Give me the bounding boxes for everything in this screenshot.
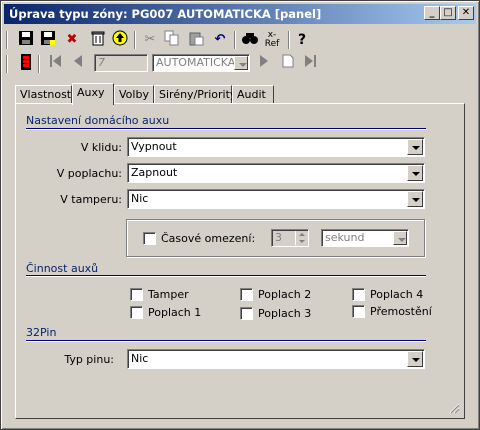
previous-record-icon[interactable] bbox=[68, 54, 88, 74]
delete-icon[interactable]: ✖ bbox=[62, 30, 82, 50]
time-limit-number-field[interactable]: 3 bbox=[271, 229, 309, 247]
last-record-icon[interactable] bbox=[300, 54, 320, 74]
xref-icon[interactable]: x- Ref bbox=[262, 30, 282, 50]
toolbar-separator bbox=[288, 31, 290, 49]
pin-type-label: Typ pinu: bbox=[64, 353, 114, 366]
main-toolbar: ✖ ✂ ↶ x- Ref ? bbox=[4, 27, 476, 53]
section-title-home-aux: Nastavení domácího auxu bbox=[26, 114, 170, 127]
first-record-icon[interactable] bbox=[46, 54, 66, 74]
idle-label: V klidu: bbox=[80, 141, 122, 154]
alarm4-checkbox[interactable] bbox=[352, 288, 365, 301]
toolbar-grip bbox=[6, 31, 8, 49]
chevron-down-icon[interactable] bbox=[407, 351, 423, 367]
new-record-icon[interactable] bbox=[278, 54, 298, 74]
bypass-checkbox[interactable] bbox=[352, 305, 365, 318]
tab-volby[interactable]: Volby bbox=[114, 85, 154, 104]
alarm2-checkbox[interactable] bbox=[240, 288, 253, 301]
section-title-aux-activity: Činnost auxů bbox=[26, 262, 99, 275]
toolbar-separator bbox=[134, 31, 136, 49]
save-icon[interactable] bbox=[16, 30, 36, 50]
maximize-button[interactable]: □ bbox=[440, 6, 456, 20]
paste-icon[interactable] bbox=[186, 30, 206, 50]
alarm3-checkbox[interactable] bbox=[240, 307, 253, 320]
alarm1-checkbox[interactable] bbox=[130, 306, 143, 319]
idle-value: Vypnout bbox=[131, 140, 177, 153]
tab-sireny-priority[interactable]: Sirény/Priority bbox=[154, 85, 236, 104]
up-icon[interactable] bbox=[110, 30, 130, 50]
section-title-32pin: 32Pin bbox=[26, 326, 57, 339]
toolbar-separator bbox=[38, 55, 40, 73]
time-unit-select[interactable]: sekund bbox=[321, 229, 409, 247]
chevron-down-icon[interactable] bbox=[407, 165, 423, 181]
title-bar[interactable]: Úprava typu zóny: PG007 AUTOMATICKA [pan… bbox=[4, 4, 476, 24]
toolbar-separator bbox=[234, 31, 236, 49]
alarm-value: Zapnout bbox=[131, 166, 178, 179]
bypass-checkbox-label: Přemostění bbox=[370, 305, 432, 318]
chevron-down-icon[interactable] bbox=[393, 231, 407, 245]
alarm2-checkbox-label: Poplach 2 bbox=[258, 288, 312, 301]
minimize-button[interactable]: _ bbox=[424, 6, 440, 20]
chevron-down-icon[interactable] bbox=[407, 191, 423, 207]
time-limit-label: Časové omezení: bbox=[161, 232, 256, 245]
time-limit-checkbox[interactable] bbox=[143, 232, 156, 245]
save-as-icon[interactable] bbox=[38, 30, 58, 50]
record-number-field[interactable]: 7 bbox=[94, 54, 148, 72]
resize-grip-icon[interactable] bbox=[448, 402, 460, 414]
next-record-icon[interactable] bbox=[254, 54, 274, 74]
record-name-value: AUTOMATICKA bbox=[156, 56, 236, 69]
time-limit-number: 3 bbox=[275, 231, 282, 244]
tamper-select[interactable]: Nic bbox=[127, 189, 425, 209]
pin-type-value: Nic bbox=[131, 352, 149, 365]
alarm-label: V poplachu: bbox=[56, 167, 122, 180]
spinner-arrows-icon[interactable] bbox=[295, 231, 307, 245]
tab-panel-auxy: Nastavení domácího auxu V klidu: Vypnout… bbox=[15, 103, 465, 419]
window: Úprava typu zóny: PG007 AUTOMATICKA [pan… bbox=[0, 0, 480, 430]
undo-icon[interactable]: ↶ bbox=[210, 30, 230, 50]
copy-icon[interactable] bbox=[162, 30, 182, 50]
tamper-label: V tamperu: bbox=[60, 193, 122, 206]
tab-auxy[interactable]: Auxy bbox=[72, 83, 114, 105]
cut-icon[interactable]: ✂ bbox=[140, 30, 160, 50]
window-title: Úprava typu zóny: PG007 AUTOMATICKA [pan… bbox=[9, 7, 322, 21]
time-unit-value: sekund bbox=[325, 231, 365, 244]
status-lights-icon bbox=[16, 54, 36, 74]
trash-icon[interactable] bbox=[88, 30, 108, 50]
section-divider bbox=[26, 340, 426, 342]
alarm3-checkbox-label: Poplach 3 bbox=[258, 307, 312, 320]
section-divider bbox=[26, 275, 426, 277]
help-icon[interactable]: ? bbox=[292, 30, 312, 50]
tamper-checkbox[interactable] bbox=[130, 288, 143, 301]
tamper-value: Nic bbox=[131, 192, 149, 205]
record-name-select[interactable]: AUTOMATICKA bbox=[152, 54, 250, 72]
alarm1-checkbox-label: Poplach 1 bbox=[148, 306, 202, 319]
close-button[interactable]: ✕ bbox=[458, 6, 474, 20]
tamper-checkbox-label: Tamper bbox=[148, 288, 189, 301]
time-limit-group: Časové omezení: 3 sekund bbox=[126, 219, 425, 257]
pin-type-select[interactable]: Nic bbox=[127, 349, 425, 369]
idle-select[interactable]: Vypnout bbox=[127, 137, 425, 157]
alarm4-checkbox-label: Poplach 4 bbox=[370, 288, 424, 301]
tab-audit[interactable]: Audit bbox=[232, 85, 274, 104]
navigation-toolbar: 7 AUTOMATICKA bbox=[4, 51, 476, 77]
toolbar-grip bbox=[6, 55, 8, 73]
tab-vlastnosti[interactable]: Vlastnosti bbox=[15, 85, 74, 104]
alarm-select[interactable]: Zapnout bbox=[127, 163, 425, 183]
chevron-down-icon[interactable] bbox=[407, 139, 423, 155]
chevron-down-icon[interactable] bbox=[234, 56, 248, 70]
section-divider bbox=[26, 128, 426, 130]
find-icon[interactable] bbox=[240, 30, 260, 50]
